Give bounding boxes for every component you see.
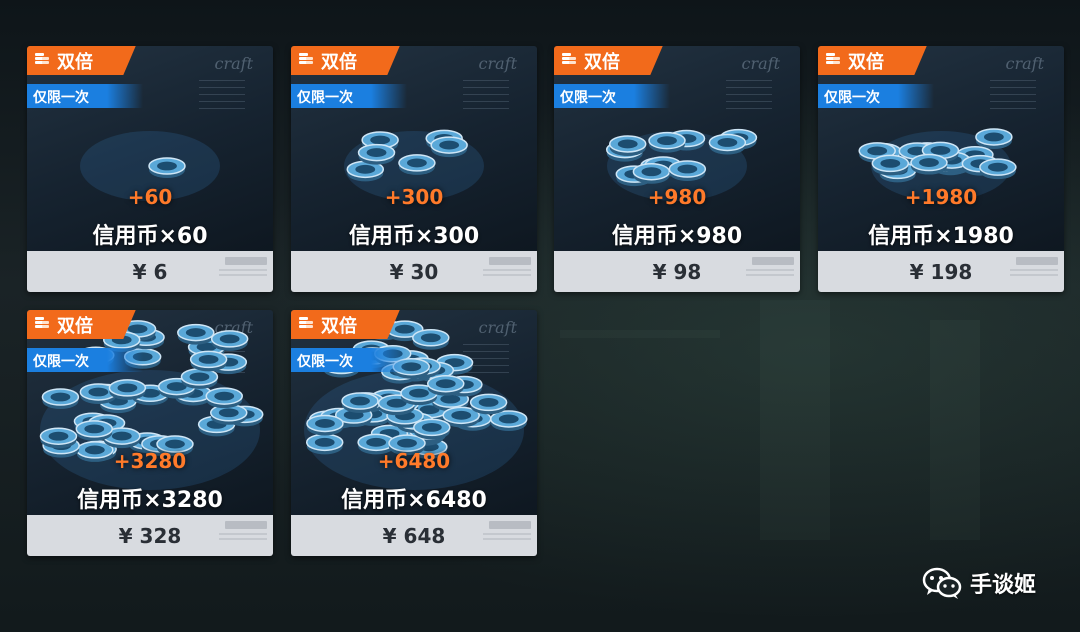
- coin-icon: [430, 136, 468, 158]
- wechat-icon: [922, 567, 962, 599]
- coin-icon: [398, 154, 436, 175]
- once-only-badge: 仅限一次: [27, 84, 143, 108]
- coin-icon: [668, 160, 707, 181]
- pack-title: 信用币×60: [92, 224, 208, 249]
- coin-icon: [41, 388, 80, 410]
- double-badge-label: 双倍: [321, 316, 357, 337]
- coin-icon: [306, 414, 344, 436]
- coin-icon: [427, 374, 465, 396]
- coin-icon: [413, 418, 451, 440]
- double-badge: 双倍: [554, 46, 664, 75]
- coin-icon: [469, 393, 508, 415]
- credit-pack-card[interactable]: craft 双倍 仅限一次 +3280 信用币×3280 ¥ 328: [27, 310, 273, 556]
- coin-icon: [357, 143, 396, 165]
- price-label: ¥ 6: [132, 260, 168, 284]
- credit-pack-card[interactable]: craft 双倍 仅限一次 +6480 信用币×6480 ¥ 648: [291, 310, 537, 556]
- once-only-badge: 仅限一次: [818, 84, 934, 108]
- coin-icon: [75, 420, 114, 441]
- price-label: ¥ 98: [652, 260, 702, 284]
- coin-icon: [490, 410, 528, 431]
- once-only-label: 仅限一次: [297, 90, 353, 106]
- price-bar: ¥ 6: [27, 251, 273, 292]
- double-badge: 双倍: [291, 46, 401, 75]
- coin-icon: [205, 387, 243, 409]
- coin-stack-icon: [299, 53, 313, 64]
- pack-title: 信用币×3280: [77, 488, 223, 513]
- credit-pack-card[interactable]: craft 双倍 仅限一次 +60 信用币×60 ¥ 6: [27, 46, 273, 292]
- background-pillar: [760, 300, 830, 540]
- once-only-badge: 仅限一次: [291, 348, 407, 372]
- bonus-amount: +6480: [377, 449, 451, 473]
- pack-title: 信用币×300: [348, 224, 480, 249]
- coin-stack-icon: [35, 53, 49, 64]
- once-only-badge: 仅限一次: [291, 84, 407, 108]
- coin-stack-icon: [35, 317, 49, 328]
- once-only-badge: 仅限一次: [554, 84, 670, 108]
- background-pillar: [930, 320, 980, 540]
- once-only-label: 仅限一次: [33, 90, 89, 106]
- coin-stack-icon: [826, 53, 840, 64]
- price-label: ¥ 30: [389, 260, 439, 284]
- double-badge-label: 双倍: [584, 52, 620, 73]
- price-bar: ¥ 30: [291, 251, 537, 292]
- double-badge: 双倍: [818, 46, 928, 75]
- coin-icon: [975, 128, 1013, 149]
- double-badge: 双倍: [27, 310, 137, 339]
- coin-icon: [708, 133, 747, 155]
- credit-pack-card[interactable]: craft 双倍 仅限一次 +300 信用币×300 ¥ 30: [291, 46, 537, 292]
- price-label: ¥ 648: [382, 524, 446, 548]
- coin-icon: [979, 158, 1017, 180]
- coin-icon: [632, 162, 671, 184]
- coin-icon: [39, 427, 78, 449]
- credit-pack-card[interactable]: craft 双倍 仅限一次 +980 信用币×980 ¥ 98: [554, 46, 800, 292]
- coin-icon: [412, 329, 450, 350]
- double-badge-label: 双倍: [57, 52, 93, 73]
- bonus-amount: +60: [127, 185, 173, 209]
- price-label: ¥ 328: [118, 524, 182, 548]
- price-bar: ¥ 328: [27, 515, 273, 556]
- bonus-amount: +1980: [904, 185, 978, 209]
- coin-stack-icon: [299, 317, 313, 328]
- double-badge-label: 双倍: [321, 52, 357, 73]
- coin-icon: [871, 154, 910, 176]
- coin-icon: [341, 392, 379, 413]
- double-badge: 双倍: [27, 46, 137, 75]
- coin-icon: [210, 330, 249, 351]
- price-bar: ¥ 198: [818, 251, 1064, 292]
- once-only-badge: 仅限一次: [27, 348, 143, 372]
- coin-icon: [910, 153, 948, 175]
- price-label: ¥ 198: [909, 260, 973, 284]
- credit-pack-card[interactable]: craft 双倍 仅限一次 +1980 信用币×1980 ¥ 198: [818, 46, 1064, 292]
- once-only-label: 仅限一次: [824, 90, 880, 106]
- coin-icon: [648, 131, 686, 153]
- bonus-amount: +300: [384, 185, 444, 209]
- price-bar: ¥ 98: [554, 251, 800, 292]
- once-only-label: 仅限一次: [33, 354, 89, 370]
- price-bar: ¥ 648: [291, 515, 537, 556]
- coin-icon: [108, 379, 147, 400]
- coin-stack-icon: [562, 53, 576, 64]
- double-badge: 双倍: [291, 310, 401, 339]
- watermark-label: 手谈姬: [970, 573, 1037, 598]
- pack-title: 信用币×6480: [341, 488, 487, 513]
- double-badge-label: 双倍: [57, 316, 93, 337]
- bonus-amount: +980: [647, 185, 707, 209]
- background-pillar: [560, 330, 720, 338]
- once-only-label: 仅限一次: [560, 90, 616, 106]
- pack-title: 信用币×1980: [868, 224, 1014, 249]
- coin-icon: [608, 135, 647, 156]
- double-badge-label: 双倍: [848, 52, 884, 73]
- coin-icon: [189, 350, 228, 372]
- watermark: 手谈姬: [922, 566, 1036, 600]
- pack-title: 信用币×980: [611, 224, 743, 249]
- bonus-amount: +3280: [113, 449, 187, 473]
- coin-icon: [177, 323, 215, 345]
- coin-icon: [148, 157, 186, 178]
- coin-icon: [180, 368, 219, 389]
- once-only-label: 仅限一次: [297, 354, 353, 370]
